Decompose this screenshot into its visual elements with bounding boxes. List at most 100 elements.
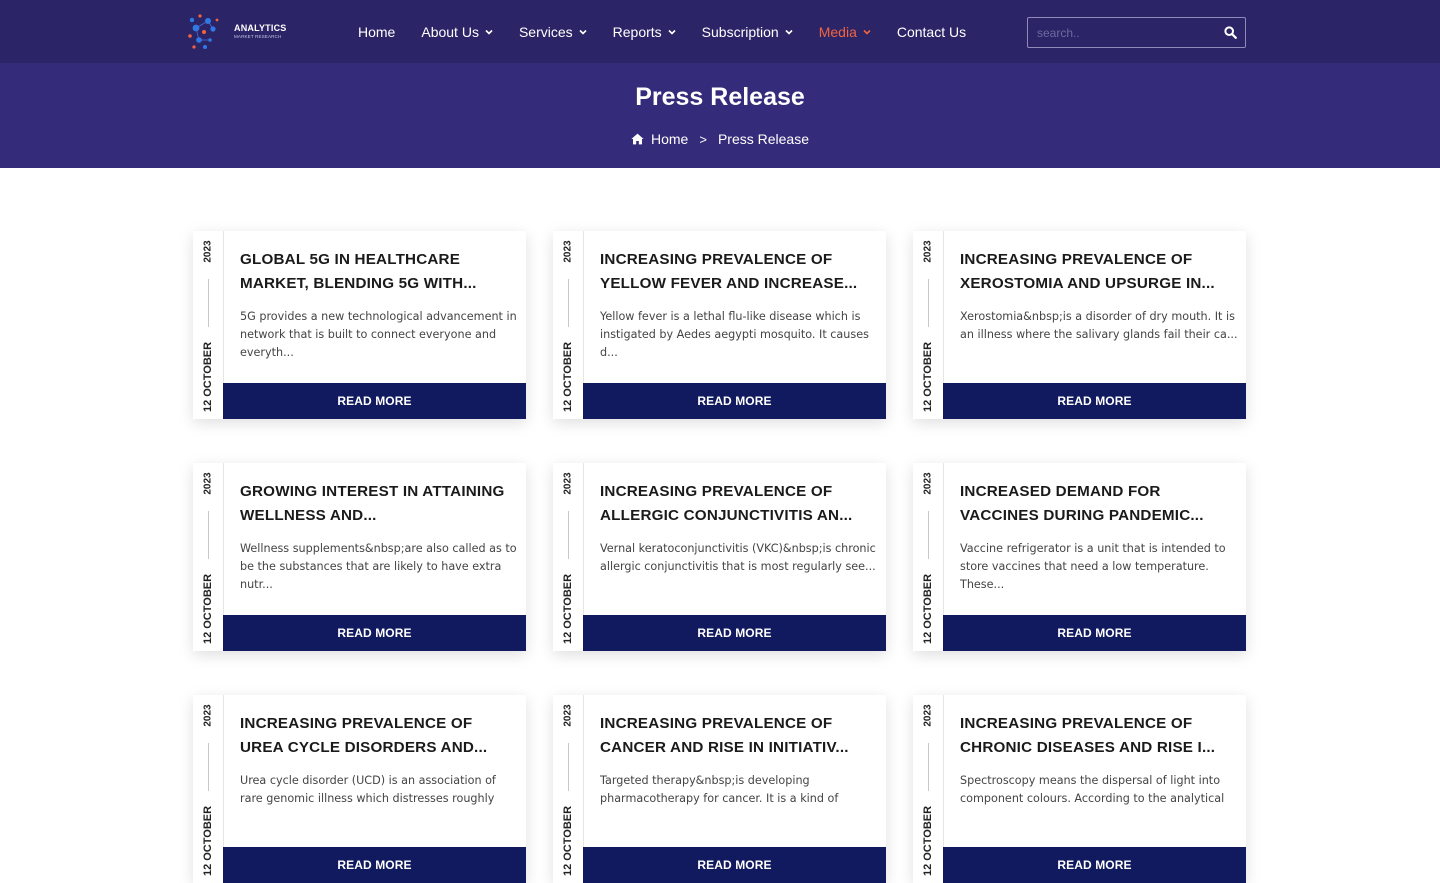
nav-item-label: Services	[518, 23, 573, 40]
breadcrumb-home-link[interactable]: Home	[651, 131, 688, 147]
card-title[interactable]: GROWING INTEREST IN ATTAINING WELLNESS A…	[240, 480, 520, 528]
read-more-button[interactable]: READ MORE	[943, 383, 1246, 419]
press-release-card: 2023 12 OCTOBER GLOBAL 5G IN HEALTHCARE MA…	[193, 231, 526, 419]
nav-item-home[interactable]: Home	[358, 24, 395, 40]
breadcrumb-separator: >	[699, 131, 707, 147]
nav-item-services[interactable]: Services	[519, 24, 587, 40]
nav-item-label: Reports	[612, 23, 662, 40]
date-divider	[568, 279, 569, 327]
card-body: INCREASING PREVALENCE OF CHRONIC DISEASE…	[943, 695, 1246, 847]
read-more-button[interactable]: READ MORE	[943, 615, 1246, 651]
card-year: 2023	[562, 471, 574, 495]
card-title[interactable]: INCREASING PREVALENCE OF CHRONIC DISEASE…	[960, 712, 1240, 760]
search-button[interactable]	[1215, 18, 1245, 47]
card-day-month: 12 OCTOBER	[922, 573, 934, 645]
brand-name: ANALYTICS	[234, 23, 287, 34]
press-release-card: 2023 12 OCTOBER INCREASING PREVALENCE OF X…	[913, 231, 1246, 419]
nav-item-label: Contact Us	[896, 23, 967, 40]
card-excerpt: Yellow fever is a lethal flu-like diseas…	[600, 310, 869, 359]
nav-item-label: About Us	[421, 23, 479, 40]
breadcrumb-current: Press Release	[717, 131, 809, 147]
card-title[interactable]: GLOBAL 5G IN HEALTHCARE MARKET, BLENDING…	[240, 248, 520, 296]
read-more-button[interactable]: READ MORE	[583, 847, 886, 883]
card-day-month: 12 OCTOBER	[202, 573, 214, 645]
press-release-card: 2023 12 OCTOBER INCREASING PREVALENCE OF U…	[193, 695, 526, 883]
card-day-month: 12 OCTOBER	[562, 341, 574, 413]
read-more-button[interactable]: READ MORE	[223, 615, 526, 651]
card-date: 2023 12 OCTOBER	[553, 463, 583, 651]
card-title[interactable]: INCREASING PREVALENCE OF YELLOW FEVER AN…	[600, 248, 880, 296]
chevron-down-icon	[668, 29, 676, 35]
read-more-button[interactable]: READ MORE	[943, 847, 1246, 883]
read-more-button[interactable]: READ MORE	[223, 383, 526, 419]
card-body: INCREASED DEMAND FOR VACCINES DURING PAN…	[943, 463, 1246, 615]
card-body: INCREASING PREVALENCE OF YELLOW FEVER AN…	[583, 231, 886, 383]
card-day-month: 12 OCTOBER	[562, 805, 574, 877]
card-body: INCREASING PREVALENCE OF CANCER AND RISE…	[583, 695, 886, 847]
card-body: INCREASING PREVALENCE OF XEROSTOMIA AND …	[943, 231, 1246, 383]
card-title[interactable]: INCREASING PREVALENCE OF XEROSTOMIA AND …	[960, 248, 1240, 296]
card-body: INCREASING PREVALENCE OF UREA CYCLE DISO…	[223, 695, 526, 847]
read-more-button[interactable]: READ MORE	[583, 615, 886, 651]
press-release-card: 2023 12 OCTOBER INCREASED DEMAND FOR VACCI…	[913, 463, 1246, 651]
nav-item-about-us[interactable]: About Us	[421, 24, 493, 40]
card-excerpt: Urea cycle disorder (UCD) is an associat…	[240, 774, 496, 805]
date-divider	[568, 511, 569, 559]
card-title[interactable]: INCREASING PREVALENCE OF UREA CYCLE DISO…	[240, 712, 520, 760]
nav-item-label: Subscription	[701, 23, 779, 40]
page-title: Press Release	[635, 83, 805, 111]
card-day-month: 12 OCTOBER	[202, 805, 214, 877]
card-date: 2023 12 OCTOBER	[913, 231, 943, 419]
card-excerpt: 5G provides a new technological advancem…	[240, 310, 517, 359]
card-day-month: 12 OCTOBER	[562, 573, 574, 645]
card-day-month: 12 OCTOBER	[922, 341, 934, 413]
card-body: GLOBAL 5G IN HEALTHCARE MARKET, BLENDING…	[223, 231, 526, 383]
card-title[interactable]: INCREASING PREVALENCE OF CANCER AND RISE…	[600, 712, 880, 760]
card-title[interactable]: INCREASING PREVALENCE OF ALLERGIC CONJUN…	[600, 480, 880, 528]
card-year: 2023	[202, 703, 214, 727]
nav-item-contact-us[interactable]: Contact Us	[897, 24, 966, 40]
card-date: 2023 12 OCTOBER	[553, 231, 583, 419]
date-divider	[208, 279, 209, 327]
nav-item-reports[interactable]: Reports	[613, 24, 676, 40]
chevron-down-icon	[785, 29, 793, 35]
brand-logo[interactable]: ANALYTICS MARKET RESEARCH	[184, 12, 304, 52]
card-date: 2023 12 OCTOBER	[913, 463, 943, 651]
card-excerpt: Xerostomia&nbsp;is a disorder of dry mou…	[960, 310, 1238, 341]
brand-tagline: MARKET RESEARCH	[234, 34, 282, 40]
card-title[interactable]: INCREASED DEMAND FOR VACCINES DURING PAN…	[960, 480, 1240, 528]
card-date: 2023 12 OCTOBER	[913, 695, 943, 883]
nav-item-label: Media	[818, 23, 857, 40]
press-release-card: 2023 12 OCTOBER INCREASING PREVALENCE OF Y…	[553, 231, 886, 419]
press-release-card: 2023 12 OCTOBER INCREASING PREVALENCE OF C…	[913, 695, 1246, 883]
press-release-card: 2023 12 OCTOBER INCREASING PREVALENCE OF A…	[553, 463, 886, 651]
card-year: 2023	[562, 703, 574, 727]
page-hero: Press Release Home > Press Release	[0, 63, 1440, 168]
press-release-card: 2023 12 OCTOBER INCREASING PREVALENCE OF C…	[553, 695, 886, 883]
logo-dots-icon	[188, 14, 219, 49]
nav-item-subscription[interactable]: Subscription	[702, 24, 793, 40]
main-nav: Home About Us Services Reports Subscription M…	[358, 0, 992, 63]
date-divider	[928, 279, 929, 327]
press-release-card: 2023 12 OCTOBER GROWING INTEREST IN ATTAIN…	[193, 463, 526, 651]
card-date: 2023 12 OCTOBER	[193, 463, 223, 651]
read-more-button[interactable]: READ MORE	[223, 847, 526, 883]
card-year: 2023	[202, 471, 214, 495]
search-input[interactable]	[1028, 18, 1215, 47]
card-body: INCREASING PREVALENCE OF ALLERGIC CONJUN…	[583, 463, 886, 615]
card-year: 2023	[922, 703, 934, 727]
card-excerpt: Vaccine refrigerator is a unit that is i…	[960, 542, 1226, 591]
card-date: 2023 12 OCTOBER	[193, 231, 223, 419]
card-excerpt: Wellness supplements&nbsp;are also calle…	[240, 542, 517, 591]
date-divider	[208, 743, 209, 791]
search-box	[1027, 17, 1246, 48]
card-date: 2023 12 OCTOBER	[193, 695, 223, 883]
card-body: GROWING INTEREST IN ATTAINING WELLNESS A…	[223, 463, 526, 615]
breadcrumb: Home > Press Release	[0, 131, 1440, 147]
card-day-month: 12 OCTOBER	[202, 341, 214, 413]
date-divider	[928, 743, 929, 791]
read-more-button[interactable]: READ MORE	[583, 383, 886, 419]
card-year: 2023	[922, 471, 934, 495]
nav-item-media[interactable]: Media	[819, 24, 871, 40]
date-divider	[928, 511, 929, 559]
